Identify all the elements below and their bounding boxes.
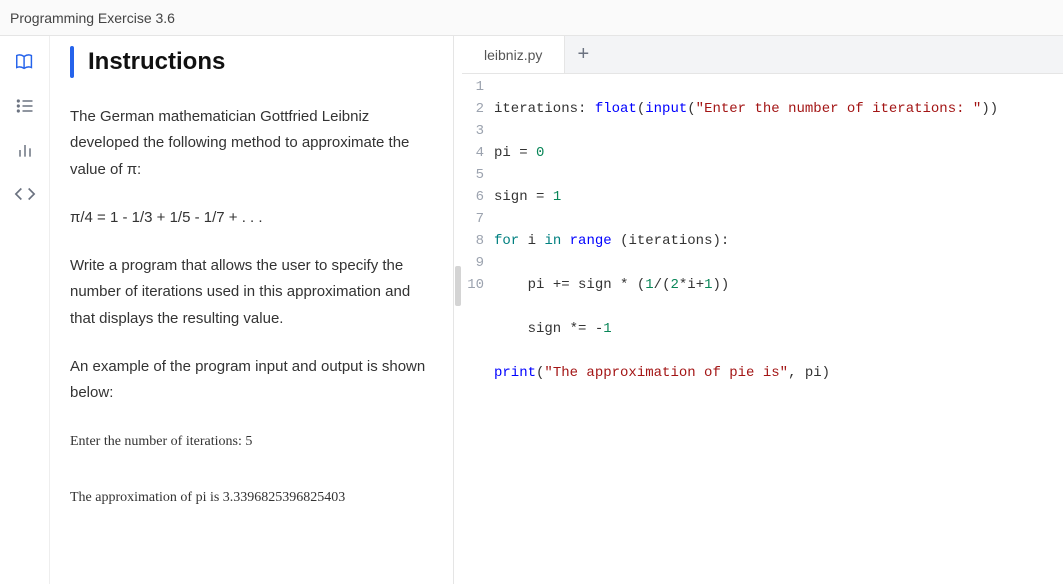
code-icon[interactable] [13,182,37,206]
editor-tabs: leibniz.py + [462,36,1063,74]
code-line[interactable]: print("The approximation of pie is", pi) [494,362,1063,384]
app-header: Programming Exercise 3.6 [0,0,1063,36]
main-body: Instructions The German mathematician Go… [0,36,1063,584]
add-tab-button[interactable]: + [565,36,601,73]
example-line-1: Enter the number of iterations: 5 [70,428,430,456]
code-line[interactable]: pi += sign * (1/(2*i+1)) [494,274,1063,296]
instructions-panel: Instructions The German mathematician Go… [50,36,454,584]
line-number: 9 [462,252,484,274]
instructions-p3: Write a program that allows the user to … [70,253,430,332]
line-number: 4 [462,142,484,164]
code-line[interactable]: sign *= -1 [494,318,1063,340]
code-line[interactable]: for i in range (iterations): [494,230,1063,252]
line-number: 5 [462,164,484,186]
line-number: 8 [462,230,484,252]
drag-handle-icon [455,266,461,306]
code-line[interactable]: sign = 1 [494,186,1063,208]
code-area[interactable]: 1 2 3 4 5 6 7 8 9 10 iterations: float(i… [462,74,1063,584]
list-icon[interactable] [13,94,37,118]
line-number: 2 [462,98,484,120]
example-block: Enter the number of iterations: 5 The ap… [70,428,430,512]
chart-icon[interactable] [13,138,37,162]
instructions-p2: π/4 = 1 - 1/3 + 1/5 - 1/7 + . . . [70,205,430,231]
line-number: 6 [462,186,484,208]
instructions-p1: The German mathematician Gottfried Leibn… [70,104,430,183]
tab-file[interactable]: leibniz.py [462,36,565,73]
code-lines[interactable]: iterations: float(input("Enter the numbe… [490,76,1063,584]
instructions-body: The German mathematician Gottfried Leibn… [70,104,430,512]
code-line[interactable]: pi = 0 [494,142,1063,164]
code-line[interactable] [494,406,1063,428]
line-gutter: 1 2 3 4 5 6 7 8 9 10 [462,76,490,584]
code-line[interactable]: iterations: float(input("Enter the numbe… [494,98,1063,120]
instructions-header: Instructions [70,46,430,78]
book-icon[interactable] [13,50,37,74]
instructions-p4: An example of the program input and outp… [70,354,430,407]
line-number: 1 [462,76,484,98]
code-line[interactable] [494,494,1063,516]
line-number: 3 [462,120,484,142]
line-number: 10 [462,274,484,296]
code-line[interactable] [494,450,1063,472]
accent-bar [70,46,74,78]
page-title: Programming Exercise 3.6 [10,10,175,26]
line-number: 7 [462,208,484,230]
instructions-title: Instructions [88,48,225,76]
example-line-2: The approximation of pi is 3.33968253968… [70,484,430,512]
editor-panel: leibniz.py + 1 2 3 4 5 6 7 8 9 10 iterat… [462,36,1063,584]
panel-resize-handle[interactable] [454,36,462,584]
side-rail [0,36,50,584]
